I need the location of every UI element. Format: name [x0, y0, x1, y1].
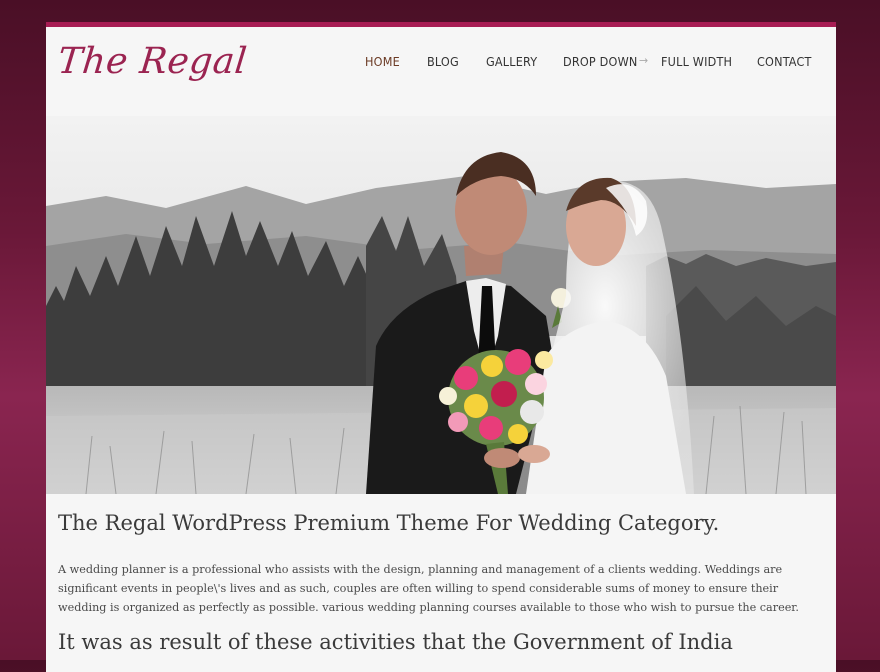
- main-nav: HOME BLOG GALLERY DROP DOWN → FULL WIDTH…: [46, 54, 836, 74]
- nav-item-drop-down[interactable]: DROP DOWN: [563, 54, 638, 69]
- post-title[interactable]: The Regal WordPress Premium Theme For We…: [58, 511, 719, 535]
- hero-wedding-image: [46, 116, 836, 494]
- nav-item-gallery[interactable]: GALLERY: [486, 54, 537, 69]
- post-body: A wedding planner is a professional who …: [58, 563, 799, 614]
- page-container: The Regal HOME BLOG GALLERY DROP DOWN → …: [46, 22, 836, 672]
- post-subheading: It was as result of these activities tha…: [58, 630, 733, 654]
- nav-item-home[interactable]: HOME: [365, 54, 400, 69]
- nav-item-full-width[interactable]: FULL WIDTH: [661, 54, 732, 69]
- submenu-arrow-icon: →: [639, 54, 649, 67]
- nav-item-contact[interactable]: CONTACT: [757, 54, 812, 69]
- nav-item-blog[interactable]: BLOG: [427, 54, 459, 69]
